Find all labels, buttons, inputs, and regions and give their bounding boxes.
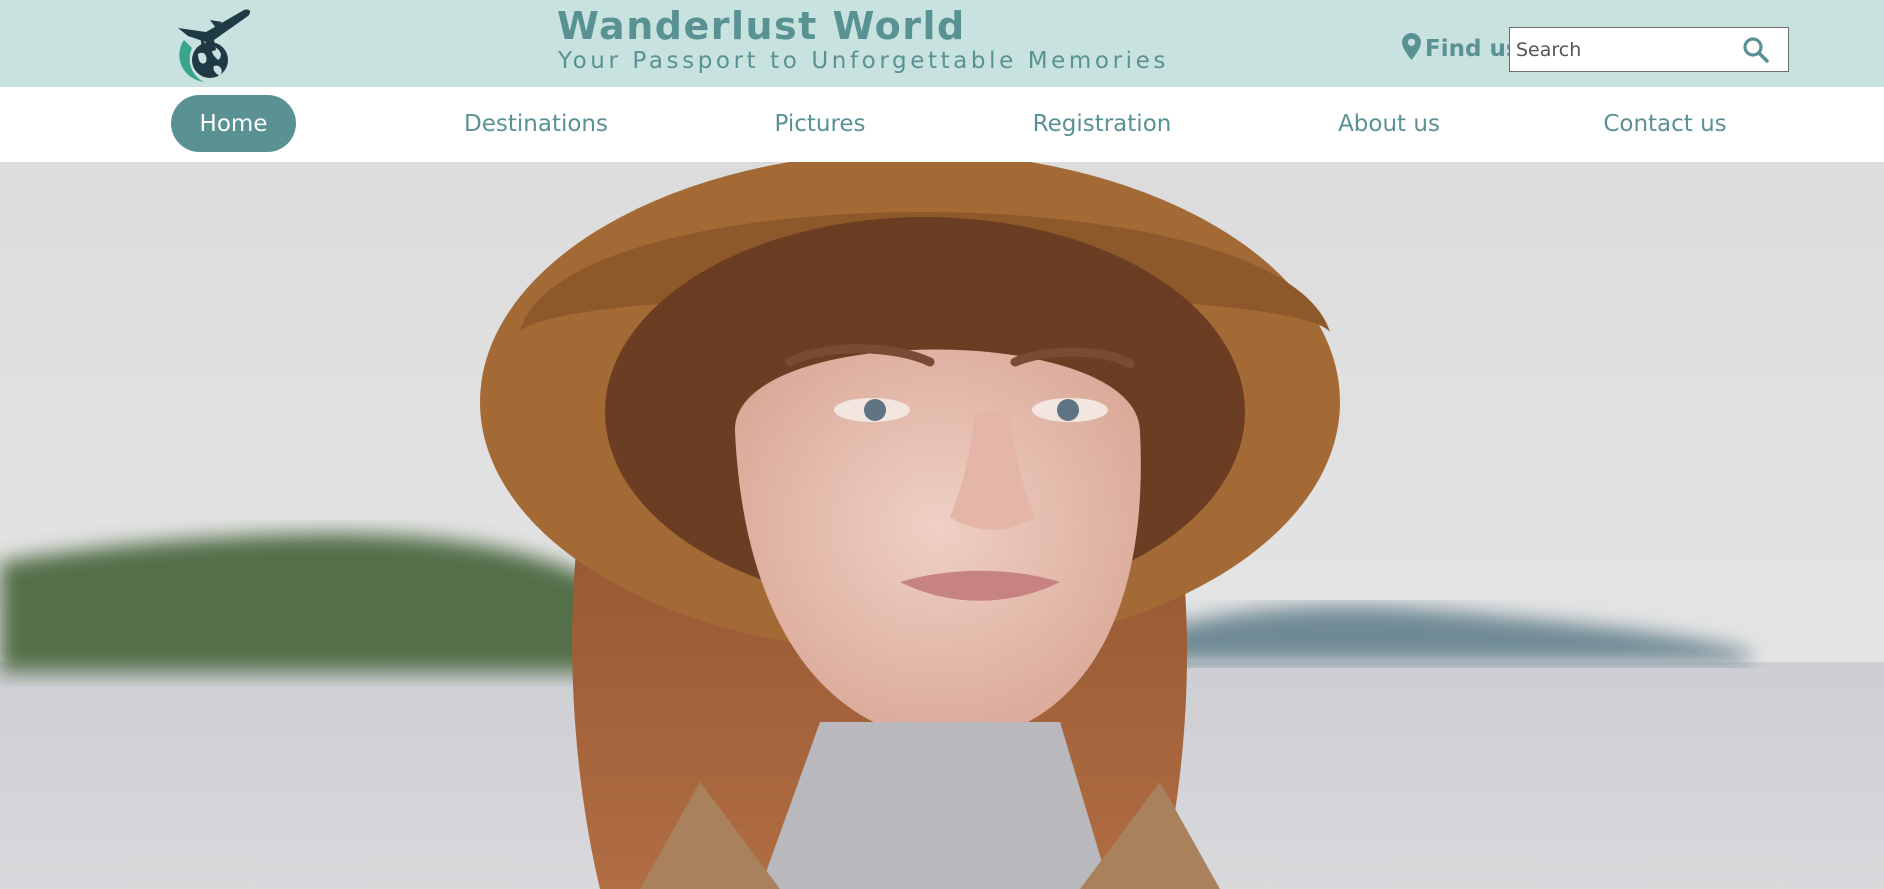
search-input[interactable] bbox=[1510, 28, 1730, 71]
find-us-label: Find us bbox=[1425, 36, 1520, 62]
hero-image bbox=[0, 162, 1884, 889]
site-tagline: Your Passport to Unforgettable Memories bbox=[558, 48, 1169, 74]
search-icon[interactable] bbox=[1742, 36, 1770, 64]
nav-item-pictures[interactable]: Pictures bbox=[760, 95, 880, 152]
nav-item-home[interactable]: Home bbox=[171, 95, 296, 152]
nav-item-about-us[interactable]: About us bbox=[1320, 95, 1458, 152]
nav-item-registration[interactable]: Registration bbox=[1020, 95, 1184, 152]
nav-item-destinations[interactable]: Destinations bbox=[446, 95, 626, 152]
search-box bbox=[1509, 27, 1789, 72]
main-nav: Home Destinations Pictures Registration … bbox=[0, 87, 1884, 162]
site-title: Wanderlust World bbox=[557, 4, 966, 48]
find-us-link[interactable]: Find us bbox=[1402, 32, 1520, 66]
airplane-globe-logo-icon[interactable] bbox=[170, 6, 254, 86]
hero-portrait-illustration bbox=[0, 162, 1884, 889]
site-header: Wanderlust World Your Passport to Unforg… bbox=[0, 0, 1884, 87]
map-marker-icon bbox=[1402, 32, 1421, 66]
nav-item-contact-us[interactable]: Contact us bbox=[1590, 95, 1740, 152]
